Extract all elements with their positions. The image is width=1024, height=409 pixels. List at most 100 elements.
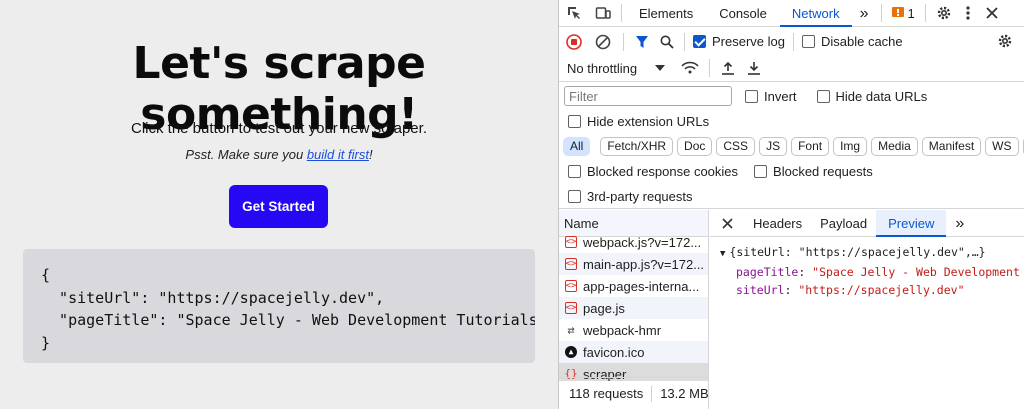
import-har-upload-icon[interactable] (716, 61, 740, 75)
type-filter-fetch-xhr[interactable]: Fetch/XHR (600, 137, 674, 156)
more-options-icon[interactable] (954, 0, 982, 27)
divider (924, 4, 926, 22)
close-detail-icon[interactable] (710, 210, 744, 237)
expand-triangle-icon[interactable]: ▼ (720, 249, 725, 259)
record-stop-icon[interactable] (559, 28, 589, 55)
build-it-first-link[interactable]: build it first (307, 147, 369, 162)
devtools-tabbar: Elements Console Network » 1 (559, 0, 1024, 27)
request-row[interactable]: <> main-app.js?v=172... (559, 253, 708, 275)
type-filter-all[interactable]: All (563, 137, 591, 156)
network-toolbar: Preserve log Disable cache (559, 28, 1024, 55)
divider (880, 4, 882, 22)
hide-data-urls-checkbox[interactable] (816, 89, 830, 103)
preview-property: pageTitle: "Space Jelly - Web Developmen… (720, 263, 1024, 281)
js-file-icon: <> (565, 280, 577, 292)
type-filter-css[interactable]: CSS (716, 137, 756, 156)
hide-extension-urls-checkbox[interactable] (568, 115, 581, 128)
lead-text: Click the button to test out your new sc… (131, 120, 427, 137)
type-filter-ws[interactable]: WS (985, 137, 1019, 156)
export-har-download-icon[interactable] (740, 61, 768, 75)
property-value: "https://spacejelly.dev" (798, 283, 965, 297)
divider (651, 385, 653, 402)
get-started-button[interactable]: Get Started (229, 185, 328, 228)
throttling-select[interactable]: No throttling (567, 60, 666, 76)
blocked-requests-checkbox[interactable] (754, 165, 768, 178)
filter-funnel-icon[interactable] (630, 28, 654, 55)
request-list: Name <> webpack.js?v=172... <> main-app.js… (559, 210, 709, 409)
request-name: main-app.js?v=172... (583, 256, 705, 272)
favicon-icon: ▲ (565, 346, 577, 358)
hide-extension-row: Hide extension URLs (559, 109, 1024, 134)
more-tabs-button[interactable]: » (852, 0, 877, 27)
filter-input[interactable] (564, 86, 732, 106)
tab-network[interactable]: Network (779, 0, 852, 27)
network-settings-gear-icon[interactable] (997, 33, 1013, 49)
disable-cache-label: Disable cache (820, 34, 903, 49)
type-filter-manifest[interactable]: Manifest (921, 137, 982, 156)
type-filter-img[interactable]: Img (833, 137, 868, 156)
type-filter-media[interactable]: Media (871, 137, 918, 156)
property-value: "Space Jelly - Web Development Tutorials… (812, 265, 1024, 279)
status-footer: 118 requests 13.2 MB (559, 377, 709, 409)
device-toolbar-icon[interactable] (589, 0, 617, 27)
invert-checkbox[interactable] (745, 89, 758, 103)
blocked-row: Blocked response cookies Blocked request… (559, 159, 1024, 184)
blocked-requests-label: Blocked requests (773, 164, 873, 179)
json-output: { "siteUrl": "https://spacejelly.dev", "… (23, 249, 535, 363)
blocked-cookies-label: Blocked response cookies (587, 164, 739, 179)
caret-down-icon (655, 65, 666, 71)
network-conditions-wifi-icon[interactable] (677, 61, 703, 75)
preserve-log-checkbox[interactable] (693, 35, 706, 48)
code-line: { (41, 266, 51, 284)
close-icon[interactable] (982, 0, 1002, 27)
code-line: "siteUrl": "https://spacejelly.dev", (41, 288, 385, 307)
psst-prefix: Psst. Make sure you (185, 147, 307, 162)
tab-payload[interactable]: Payload (811, 210, 876, 237)
invert-label: Invert (764, 88, 797, 104)
js-file-icon: <> (565, 302, 577, 314)
request-count: 118 requests (569, 386, 644, 401)
throttling-value: No throttling (567, 60, 638, 76)
preview-property: siteUrl: "https://spacejelly.dev" (736, 283, 965, 297)
hide-extension-urls-label: Hide extension URLs (587, 114, 710, 129)
issues-icon[interactable]: 1 (891, 0, 915, 27)
property-key: siteUrl (736, 283, 785, 297)
disable-cache-checkbox[interactable] (801, 35, 815, 48)
request-name: favicon.ico (583, 344, 645, 360)
request-row[interactable]: <> page.js (559, 297, 708, 319)
tab-console[interactable]: Console (706, 0, 780, 27)
preserve-log-label: Preserve log (712, 34, 785, 49)
type-filter-js[interactable]: JS (759, 137, 788, 156)
request-row[interactable]: <> app-pages-interna... (559, 275, 708, 297)
resource-type-filters: All Fetch/XHR Doc CSS JS Font Img Media … (559, 134, 1024, 159)
type-filter-doc[interactable]: Doc (677, 137, 713, 156)
transferred-size: 13.2 MB (660, 386, 709, 401)
third-party-checkbox[interactable] (568, 189, 581, 203)
more-detail-tabs-button[interactable]: » (946, 210, 973, 237)
settings-gear-icon[interactable] (934, 0, 954, 27)
search-icon[interactable] (654, 28, 680, 55)
request-rows: <> webpack.js?v=172... <> main-app.js?v=17… (559, 231, 708, 381)
detail-tabbar: Headers Payload Preview » (710, 210, 1024, 237)
request-row[interactable]: <> webpack.js?v=172... (559, 231, 708, 253)
tab-preview[interactable]: Preview (876, 210, 947, 237)
websocket-arrows-icon: ⇄ (567, 323, 575, 337)
divider (684, 32, 685, 51)
property-key: pageTitle (736, 265, 799, 279)
request-row[interactable]: ▲ favicon.ico (559, 341, 708, 363)
blocked-cookies-checkbox[interactable] (568, 165, 581, 178)
preview-summary-row[interactable]: ▼ {siteUrl: "https://spacejelly.dev",…} (720, 243, 1024, 263)
tab-headers[interactable]: Headers (744, 210, 811, 237)
js-file-icon: <> (565, 236, 577, 248)
psst-suffix: ! (368, 147, 373, 162)
tab-elements[interactable]: Elements (626, 0, 706, 27)
psst-note: Psst. Make sure you build it first! (0, 147, 558, 162)
type-filter-font[interactable]: Font (791, 137, 830, 156)
clear-icon[interactable] (589, 28, 617, 55)
divider (709, 59, 711, 77)
issues-count: 1 (907, 5, 915, 21)
request-row[interactable]: ⇄ webpack-hmr (559, 319, 708, 341)
filter-row: Invert Hide data URLs (559, 83, 1024, 109)
inspect-element-icon[interactable] (559, 0, 589, 27)
request-name: webpack.js?v=172... (583, 234, 702, 250)
